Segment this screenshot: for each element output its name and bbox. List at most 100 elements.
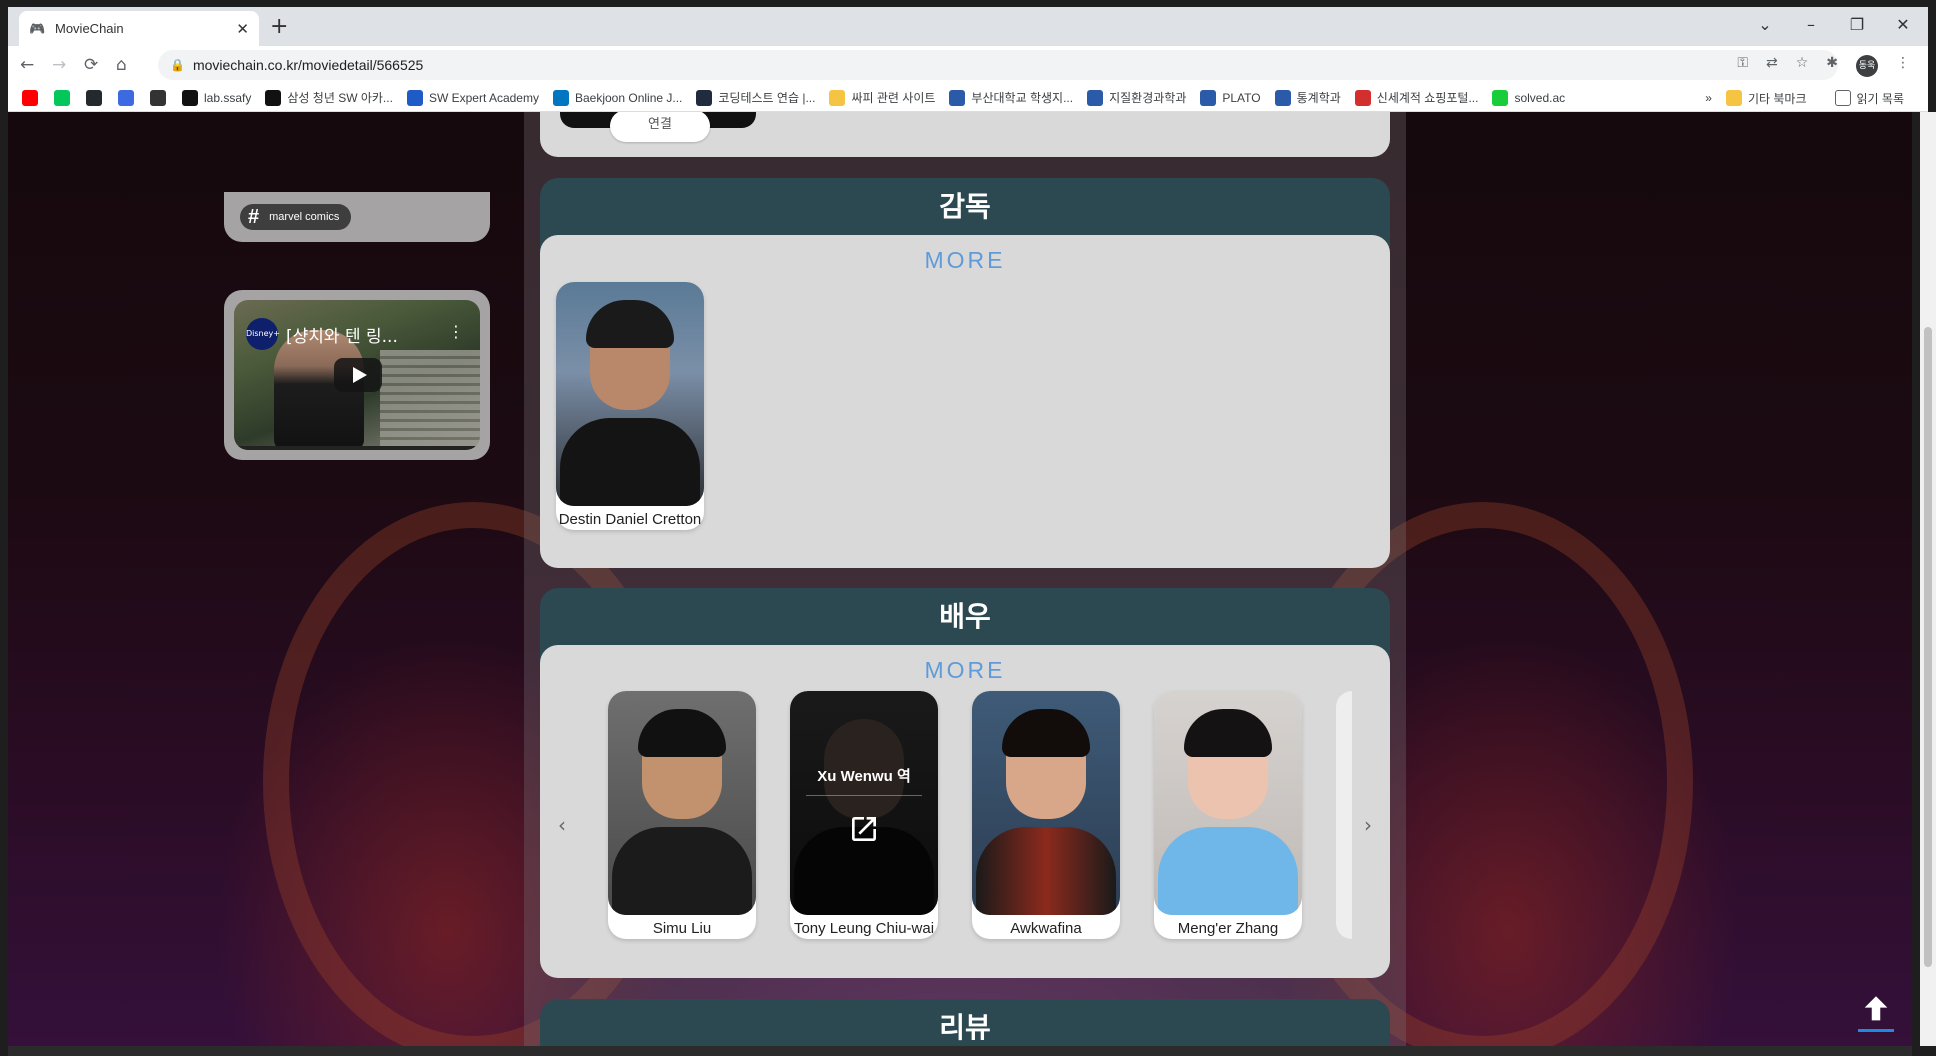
extensions-puzzle-icon[interactable]: ✱ [1826,55,1838,77]
actor-photo [608,691,756,915]
bookmark-favicon-icon [86,89,102,106]
review-section: 리뷰 [540,999,1390,1046]
tab-close-icon[interactable]: ✕ [236,20,249,38]
bookmark-label: PLATO [1222,90,1261,105]
bookmarks-bar: lab.ssafy 삼성 청년 SW 아카... SW Expert Academy… [8,84,1928,112]
director-name: Destin Daniel Cretton [558,511,702,528]
bookmark-item[interactable]: 부산대학교 학생지... [949,89,1073,106]
bookmark-favicon-icon [552,89,569,106]
trailer-video[interactable]: Disney+ [샹치와 텐 링... ⋮ [234,300,480,450]
vertical-scrollbar[interactable] [1920,112,1936,1046]
scrollbar-thumb[interactable] [1924,327,1932,967]
bookmark-favicon-icon [1274,89,1291,106]
video-title[interactable]: [샹치와 텐 링... [286,322,398,347]
reading-list-button[interactable]: 읽기 목록 [1834,90,1904,107]
bookmark-label: 신세계적 쇼핑포털... [1376,91,1479,105]
bookmarks-overflow-button[interactable]: » [1705,91,1712,105]
minimize-button[interactable]: – [1788,13,1834,37]
restore-button[interactable]: ❐ [1834,13,1880,37]
carousel-next-arrow-icon[interactable]: › [1364,813,1372,837]
bookmark-favicon-icon [696,89,713,106]
other-bookmarks-folder[interactable]: 기타 북마크 [1725,90,1807,107]
folder-icon [1725,90,1742,106]
bookmark-label: Baekjoon Online J... [574,90,683,105]
close-window-button[interactable]: ✕ [1880,13,1926,37]
actor-photo: Xu Wenwu 역 [790,691,938,915]
password-key-icon[interactable]: ⚿ [1737,55,1748,77]
tab-title: MovieChain [55,21,124,36]
window-controls: ⌄ – ❐ ✕ [1742,13,1926,37]
actor-section-title: 배우 [939,600,991,633]
bookmark-label: lab.ssafy [204,90,252,105]
actor-card[interactable]: Simu Liu [608,691,756,939]
back-button[interactable]: ← [20,55,34,75]
reload-button[interactable]: ⟳ [84,55,98,75]
forward-button[interactable]: → [52,55,66,75]
photo-torso [976,827,1116,915]
review-section-title: 리뷰 [939,1011,991,1044]
bookmark-item[interactable]: SW Expert Academy [406,89,539,106]
bookmark-item[interactable]: lab.ssafy [182,89,252,106]
tag-pill[interactable]: # marvel comics [240,204,352,230]
bookmark-item[interactable]: 통계학과 [1274,89,1341,106]
translate-icon[interactable]: ⇄ [1766,55,1778,77]
bookmark-item[interactable]: 지질환경과학과 [1087,89,1186,106]
actor-more-link[interactable]: MORE [540,657,1390,684]
bookmark-item[interactable]: 코딩테스트 연습 |... [696,89,815,106]
bookmark-item[interactable]: 싸피 관련 사이트 [829,89,935,106]
actor-card[interactable]: Awkwafina [972,691,1120,939]
bookmark-favicon-icon [1200,89,1217,106]
actor-photo [1154,691,1302,915]
photo-hair [1002,709,1090,757]
carousel-prev-arrow-icon[interactable]: ‹ [558,813,566,837]
play-button-icon[interactable] [334,358,382,392]
scroll-to-top-button[interactable] [1856,992,1896,1032]
actor-section: 배우 MORE ‹ › Simu Liu Xu Wenwu 역 Tony Leu… [540,588,1390,978]
home-button[interactable]: ⌂ [116,55,127,75]
bookmark-item[interactable]: solved.ac [1492,89,1566,106]
actor-section-body: MORE ‹ › Simu Liu Xu Wenwu 역 Tony Leung … [540,645,1390,978]
bookmark-item[interactable] [150,89,172,106]
tab-search-icon[interactable]: ⌄ [1742,13,1788,37]
page-viewport: # marvel comics Disney+ [샹치와 텐 링... ⋮ 연결… [8,112,1912,1046]
browser-toolbar: ← → ⟳ ⌂ 🔒 moviechain.co.kr/moviedetail/5… [8,46,1928,84]
bookmark-label: solved.ac [1514,90,1566,105]
tab-moviechain[interactable]: 🎮 MovieChain ✕ [19,11,259,46]
actor-card-hovered[interactable]: Xu Wenwu 역 Tony Leung Chiu-wai [790,691,938,939]
profile-avatar[interactable]: 동욱 [1856,55,1878,77]
director-photo [556,282,704,506]
bookmark-label: 싸피 관련 사이트 [851,91,936,105]
external-link-icon[interactable] [848,813,880,845]
bookmark-item[interactable] [86,89,108,106]
bookmark-item[interactable]: 신세계적 쇼핑포털... [1354,89,1479,106]
chrome-menu-icon[interactable]: ⋮ [1896,55,1910,77]
bookmark-item[interactable] [54,89,76,106]
bookmark-item[interactable]: Baekjoon Online J... [552,89,683,106]
hashtag-icon: # [248,205,260,228]
director-card[interactable]: Destin Daniel Cretton [556,282,704,530]
video-more-icon[interactable]: ⋮ [448,322,464,341]
bookmark-label: 코딩테스트 연습 |... [718,91,816,105]
bookmark-item[interactable] [118,89,140,106]
toolbar-actions: ⚿ ⇄ ☆ ✱ 동욱 ⋮ [1737,55,1910,77]
video-progress-bar [234,446,480,450]
other-bookmarks-label: 기타 북마크 [1747,91,1807,106]
photo-hair [1184,709,1272,757]
video-scene-steps [380,350,480,450]
actor-role: Xu Wenwu 역 [817,768,911,785]
photo-hair [586,300,674,348]
bookmark-label: 통계학과 [1296,91,1341,105]
bookmark-favicon-icon [406,89,423,106]
bookmark-item[interactable] [22,89,44,106]
director-more-link[interactable]: MORE [540,247,1390,274]
reading-list-icon [1834,90,1851,106]
address-bar[interactable]: 🔒 moviechain.co.kr/moviedetail/566525 [158,50,1838,80]
director-section-title: 감독 [939,190,991,223]
actor-card[interactable]: Meng'er Zhang [1154,691,1302,939]
channel-avatar[interactable]: Disney+ [246,318,280,350]
connect-button[interactable]: 연결 [610,112,710,142]
bookmark-item[interactable]: PLATO [1200,89,1261,106]
new-tab-button[interactable]: + [270,15,288,39]
bookmark-item[interactable]: 삼성 청년 SW 아카... [265,89,393,106]
bookmark-star-icon[interactable]: ☆ [1796,55,1809,77]
